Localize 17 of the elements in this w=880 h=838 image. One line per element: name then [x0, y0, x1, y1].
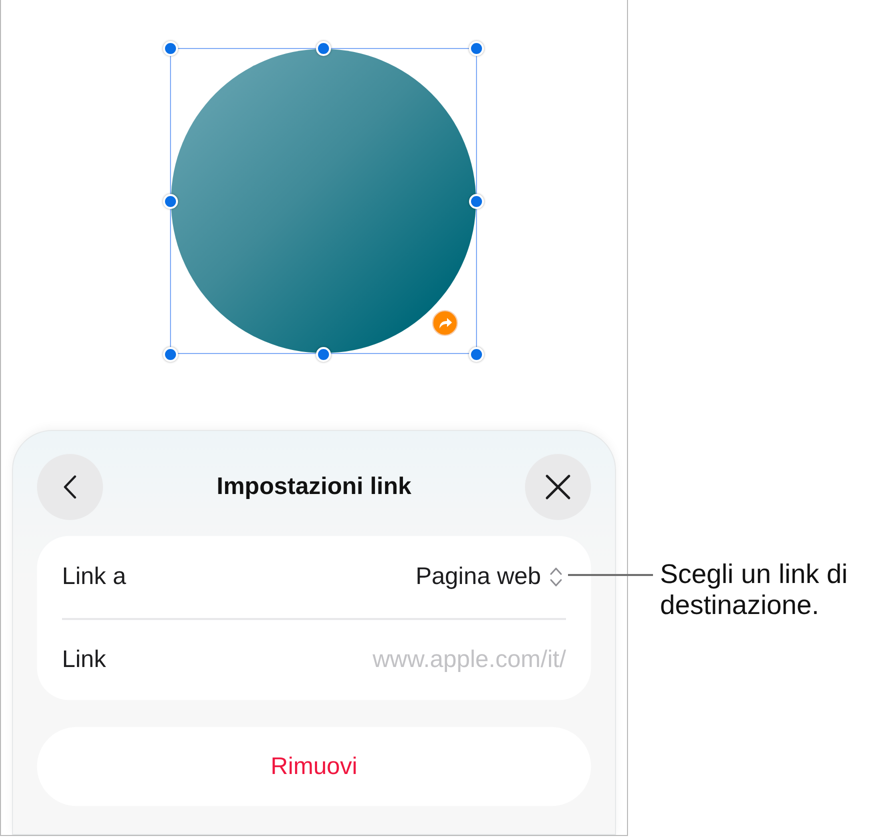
- selection-handle[interactable]: [316, 40, 331, 56]
- selection-handle[interactable]: [163, 40, 178, 56]
- chevron-up-down-icon: [549, 566, 563, 588]
- remove-button[interactable]: Rimuovi: [37, 727, 591, 806]
- chevron-left-icon: [63, 475, 77, 499]
- selection-handle[interactable]: [163, 194, 178, 208]
- selection-handle[interactable]: [469, 346, 484, 362]
- sheet-title: Impostazioni link: [216, 475, 412, 499]
- selection-handle[interactable]: [163, 346, 178, 362]
- close-icon: [545, 474, 571, 500]
- circle-shape[interactable]: [170, 48, 477, 354]
- callout-text: Scegli un link di destinazione.: [660, 559, 849, 621]
- row-label: Link: [62, 648, 106, 672]
- selection-handle[interactable]: [469, 40, 484, 56]
- link-type-popup[interactable]: Pagina web: [416, 565, 563, 589]
- row-label: Link a: [62, 565, 126, 589]
- link-field[interactable]: www.apple.com/it/: [266, 643, 566, 677]
